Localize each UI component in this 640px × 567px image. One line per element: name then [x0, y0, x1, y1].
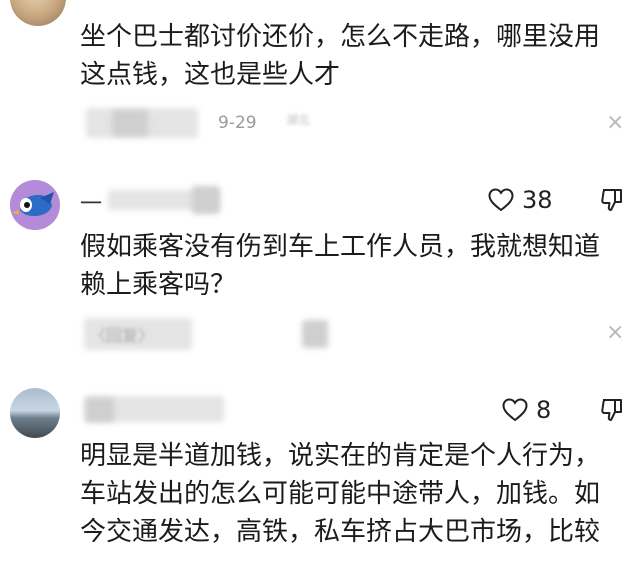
redacted-block	[86, 398, 114, 422]
avatar[interactable]	[10, 388, 60, 438]
like-count: 8	[536, 396, 552, 424]
like-button[interactable]: 38	[488, 186, 553, 214]
close-icon[interactable]: ×	[606, 322, 624, 344]
heart-icon	[502, 398, 528, 422]
redacted-block	[112, 110, 148, 136]
reply-label: 〈回复〉	[90, 326, 155, 345]
bird-avatar-icon	[10, 180, 60, 230]
heart-icon	[488, 188, 514, 212]
like-count: 38	[522, 186, 553, 214]
redacted-block	[192, 186, 220, 214]
avatar[interactable]	[10, 180, 60, 230]
dislike-icon[interactable]	[600, 187, 624, 213]
dislike-icon[interactable]	[600, 397, 624, 423]
comment-text: 坐个巴士都讨价还价，怎么不走路，哪里没用 这点钱，这也是些人才	[80, 22, 601, 90]
comment-location: 湖北	[286, 113, 311, 127]
close-icon[interactable]: ×	[606, 112, 624, 134]
like-button[interactable]: 8	[502, 396, 551, 424]
comment-text: 明显是半道加钱，说实在的肯定是个人行为， 车站发出的怎么可能可能中途带人，加钱。…	[80, 441, 601, 547]
comment-date: 9-29	[218, 113, 257, 133]
avatar[interactable]	[10, 0, 66, 26]
comment-text: 假如乘客没有伤到车上工作人员，我就想知道 赖上乘客吗？	[80, 232, 601, 300]
username[interactable]: 一	[80, 186, 102, 218]
redacted-block	[302, 320, 328, 348]
